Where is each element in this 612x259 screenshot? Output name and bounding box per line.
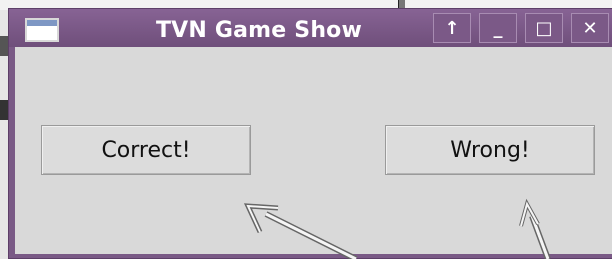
window-content: Correct! Wrong!: [15, 47, 612, 254]
close-icon[interactable]: ✕: [571, 13, 609, 43]
app-window: TVN Game Show ↑ _ □ ✕ Correct! Wrong!: [8, 8, 612, 259]
minimize-icon[interactable]: _: [479, 13, 517, 43]
arrow-up-icon[interactable]: ↑: [433, 13, 471, 43]
correct-button[interactable]: Correct!: [41, 125, 251, 175]
title-bar[interactable]: TVN Game Show ↑ _ □ ✕: [9, 9, 612, 47]
maximize-icon[interactable]: □: [525, 13, 563, 43]
wrong-button[interactable]: Wrong!: [385, 125, 595, 175]
